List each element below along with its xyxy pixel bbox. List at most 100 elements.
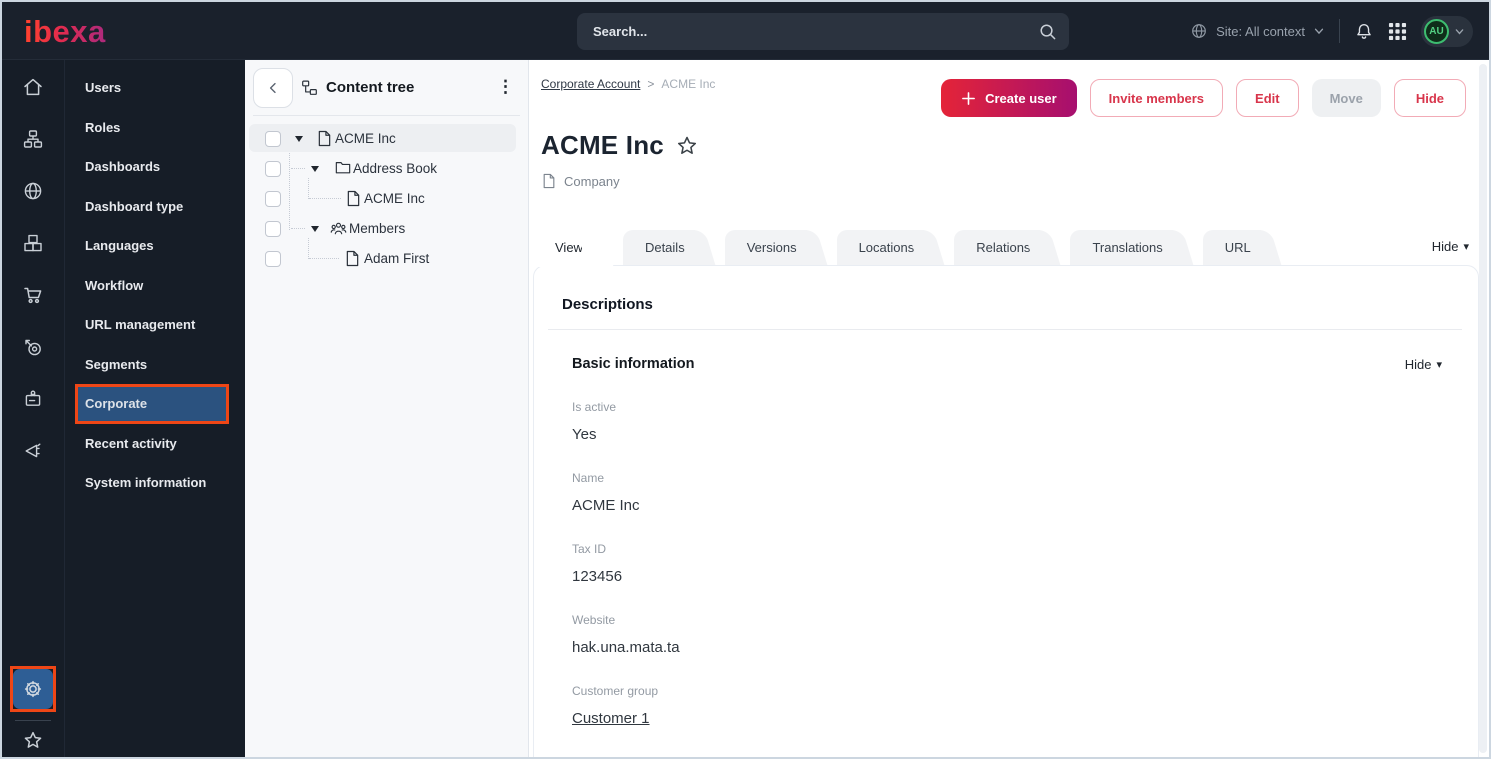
collapse-panel-button[interactable]: [253, 68, 293, 108]
tab-label: Relations: [976, 240, 1031, 255]
breadcrumb-link[interactable]: Corporate Account: [541, 77, 640, 91]
products-icon[interactable]: [22, 232, 44, 254]
admin-sidebar: Users Roles Dashboards Dashboard type La…: [64, 60, 245, 757]
hide-button[interactable]: Hide: [1393, 79, 1466, 117]
top-bar: ibexa Site: All context: [2, 2, 1489, 60]
avatar: AU: [1424, 18, 1449, 44]
breadcrumb-separator: >: [647, 77, 655, 91]
tab-locations[interactable]: Locations: [836, 230, 925, 265]
commerce-cart-icon[interactable]: [22, 284, 44, 306]
sidebar-item-dashboards[interactable]: Dashboards: [65, 147, 245, 187]
tree-row-adam-first[interactable]: Adam First: [245, 244, 520, 274]
tree-hierarchy-icon: [301, 79, 318, 96]
tab-view[interactable]: View: [533, 230, 593, 267]
tree-row-acme-inc-child[interactable]: ACME Inc: [245, 184, 520, 214]
field-list: Is active Yes Name ACME Inc Tax ID 12345…: [572, 398, 1478, 757]
checkbox[interactable]: [265, 251, 281, 267]
notifications-bell-icon[interactable]: [1354, 21, 1374, 41]
tab-url[interactable]: URL: [1202, 230, 1261, 265]
sidebar-item-roles[interactable]: Roles: [65, 108, 245, 148]
caret-down-icon[interactable]: [311, 226, 319, 232]
breadcrumb-current: ACME Inc: [661, 77, 716, 91]
ibexa-logo: ibexa: [24, 14, 106, 49]
tab-label: Versions: [746, 240, 797, 255]
topbar-divider: [1339, 19, 1340, 43]
sidebar-item-dashboard-type[interactable]: Dashboard type: [65, 187, 245, 227]
field-label: Name: [572, 471, 605, 485]
site-context-selector[interactable]: Site: All context: [1190, 22, 1325, 40]
field-is-active: Is active Yes: [572, 398, 1478, 445]
more-vertical-icon[interactable]: ⋮: [497, 76, 514, 98]
sidebar-item-system-information[interactable]: System information: [65, 463, 245, 503]
settings-gear-icon[interactable]: [13, 669, 53, 709]
tab-label: Details: [644, 240, 685, 255]
move-button[interactable]: Move: [1311, 79, 1381, 117]
content-structure-icon[interactable]: [22, 128, 44, 150]
tree-row-label: Adam First: [364, 251, 430, 266]
checkbox[interactable]: [265, 161, 281, 177]
checkbox[interactable]: [265, 191, 281, 207]
field-value: ACME Inc: [572, 497, 640, 514]
bookmarks-star-icon[interactable]: [22, 729, 44, 751]
section-divider: [548, 329, 1462, 330]
sidebar-item-url-management[interactable]: URL management: [65, 305, 245, 345]
search-icon[interactable]: [1038, 22, 1057, 41]
field-label: Customer group: [572, 684, 659, 698]
caret-down-icon[interactable]: [311, 166, 319, 172]
global-search[interactable]: [577, 13, 1069, 50]
caret-down-icon[interactable]: [295, 136, 303, 142]
sidebar-item-corporate[interactable]: Corporate: [75, 384, 229, 424]
site-globe-icon[interactable]: [22, 180, 44, 202]
basic-information-header: Basic information Hide ▾: [572, 356, 1442, 372]
favorite-star-icon[interactable]: [675, 134, 699, 158]
chevron-down-icon: [1454, 26, 1465, 37]
tree-row-members[interactable]: Members: [245, 214, 520, 244]
personalization-target-icon[interactable]: [22, 336, 44, 358]
tabs-hide-toggle[interactable]: Hide ▾: [1432, 239, 1469, 254]
tab-bar: View Details Versions Locations Relation…: [533, 230, 1291, 267]
tree-row-label: Members: [349, 221, 406, 236]
sidebar-item-recent-activity[interactable]: Recent activity: [65, 424, 245, 464]
field-value: Yes: [572, 426, 597, 443]
sidebar-item-languages[interactable]: Languages: [65, 226, 245, 266]
file-icon: [317, 130, 332, 147]
edit-button[interactable]: Edit: [1236, 79, 1299, 117]
tab-translations[interactable]: Translations: [1070, 230, 1173, 265]
basic-info-hide-toggle[interactable]: Hide ▾: [1405, 357, 1442, 372]
marketing-megaphone-icon[interactable]: [22, 440, 44, 462]
invite-members-button[interactable]: Invite members: [1089, 79, 1224, 117]
topbar-right-cluster: Site: All context AU: [1190, 2, 1473, 60]
scrollbar-track[interactable]: [1479, 64, 1487, 753]
tab-details[interactable]: Details: [622, 230, 695, 265]
annotation-highlight-corporate: Corporate: [65, 384, 245, 424]
tree-row-address-book[interactable]: Address Book: [245, 154, 520, 184]
tree-row-acme-inc[interactable]: ACME Inc: [245, 124, 520, 154]
checkbox[interactable]: [265, 221, 281, 237]
field-website: Website hak.una.mata.ta: [572, 611, 1478, 658]
content-tree-header: Content tree ⋮: [245, 60, 528, 115]
checkbox[interactable]: [265, 131, 281, 147]
field-value: 123456: [572, 568, 623, 585]
page-title-row: ACME Inc: [541, 130, 699, 161]
sidebar-item-segments[interactable]: Segments: [65, 345, 245, 385]
user-menu[interactable]: AU: [1421, 15, 1473, 47]
members-icon: [330, 220, 347, 236]
action-buttons: Create user Invite members Edit Move Hid…: [941, 79, 1466, 117]
icon-rail-bottom: [2, 666, 64, 751]
tab-relations[interactable]: Relations: [954, 230, 1041, 265]
field-label: Website: [572, 613, 616, 627]
sidebar-item-workflow[interactable]: Workflow: [65, 266, 245, 306]
tab-versions[interactable]: Versions: [724, 230, 807, 265]
app-grid-icon[interactable]: [1388, 22, 1407, 41]
sidebar-item-users[interactable]: Users: [65, 68, 245, 108]
page-title: ACME Inc: [541, 130, 664, 160]
home-icon[interactable]: [22, 76, 44, 98]
field-value-link[interactable]: Customer 1: [572, 709, 1478, 729]
hide-label: Hide: [1404, 356, 1432, 372]
content-tree-title-label: Content tree: [326, 79, 415, 96]
create-user-button[interactable]: Create user: [941, 79, 1077, 117]
customer-badge-icon[interactable]: [22, 388, 44, 410]
field-tax-id: Tax ID 123456: [572, 540, 1478, 587]
search-input[interactable]: [593, 24, 1038, 39]
file-icon: [542, 173, 556, 189]
